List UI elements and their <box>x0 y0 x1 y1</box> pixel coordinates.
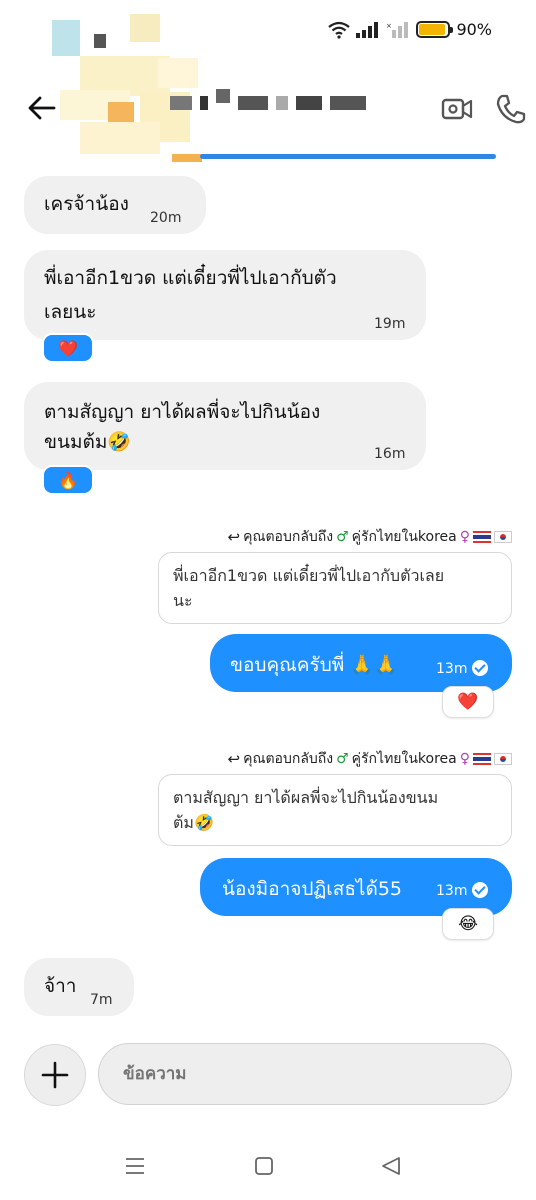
battery-icon <box>416 21 454 38</box>
home-nav-icon[interactable] <box>254 1156 274 1176</box>
message-time: 19m <box>374 316 406 332</box>
quoted-message[interactable]: ตามสัญญา ยาได้ผลพี่จะไปกินน้องขนม ต้ม🤣 <box>158 774 512 846</box>
back-nav-icon[interactable] <box>380 1156 402 1176</box>
message-text-line: พี่เอาอีก1ขวด แต่เดี๋ยวพี่ไปเอากับตัว <box>44 267 337 289</box>
reply-label: คุณตอบกลับถึง <box>243 529 334 545</box>
message-time: 20m <box>150 210 182 226</box>
check-icon <box>472 882 489 898</box>
quoted-message[interactable]: พี่เอาอีก1ขวด แต่เดี๋ยวพี่ไปเอากับตัวเลย… <box>158 552 512 624</box>
menu-nav-icon[interactable] <box>124 1156 146 1176</box>
thai-flag-icon <box>473 531 491 543</box>
phone-icon[interactable] <box>494 92 528 126</box>
message-time: 13m <box>436 660 489 677</box>
reaction-badge[interactable]: ❤️ <box>442 686 494 718</box>
reaction-badge[interactable]: 😂 <box>442 908 494 940</box>
quoted-text-line: พี่เอาอีก1ขวด แต่เดี๋ยวพี่ไปเอากับตัวเลย <box>173 566 445 585</box>
quoted-text-line: ต้ม🤣 <box>173 813 214 832</box>
plus-icon <box>41 1061 69 1089</box>
message-time: 7m <box>90 992 113 1008</box>
female-sign-icon: ♀ <box>459 529 470 545</box>
message-text-line: เลยนะ <box>44 301 97 323</box>
thai-flag-icon <box>473 753 491 765</box>
add-attachment-button[interactable] <box>24 1044 86 1106</box>
korea-flag-icon <box>494 531 512 543</box>
reaction-emoji: 😂 <box>458 914 478 934</box>
outgoing-message[interactable]: ขอบคุณครับพี่ 🙏🙏 13m <box>210 634 512 692</box>
reply-header: ↩ คุณตอบกลับถึง ♂ คู่รักไทยในkorea ♀ <box>228 748 512 770</box>
message-time: 13m <box>436 882 489 899</box>
reaction-emoji: ❤️ <box>457 692 479 712</box>
reply-label: คุณตอบกลับถึง <box>243 751 334 767</box>
message-text: เครจ้าน้อง <box>44 193 129 215</box>
reply-to-name: คู่รักไทยในkorea <box>351 529 457 545</box>
signal-icon <box>356 21 379 38</box>
message-text-line: ตามสัญญา ยาได้ผลพี่จะไปกินน้อง <box>44 401 321 423</box>
korea-flag-icon <box>494 753 512 765</box>
female-sign-icon: ♀ <box>459 751 470 767</box>
check-icon <box>472 660 489 676</box>
message-time-text: 13m <box>436 661 468 677</box>
reply-arrow-icon: ↩ <box>227 528 241 546</box>
reaction-badge[interactable]: 🔥 <box>42 465 94 495</box>
incoming-message[interactable]: จ้าา 7m <box>24 958 134 1016</box>
reply-to-name: คู่รักไทยในkorea <box>351 751 457 767</box>
back-arrow-icon[interactable] <box>26 92 58 124</box>
message-input[interactable] <box>98 1043 512 1105</box>
avatar[interactable] <box>50 6 210 164</box>
male-sign-icon: ♂ <box>336 751 349 767</box>
video-call-icon[interactable] <box>440 92 474 126</box>
message-time: 16m <box>374 446 406 462</box>
incoming-message[interactable]: เครจ้าน้อง 20m <box>24 176 206 234</box>
incoming-message[interactable]: ตามสัญญา ยาได้ผลพี่จะไปกินน้อง ขนมต้ม🤣 1… <box>24 382 426 470</box>
message-text: ขอบคุณครับพี่ 🙏🙏 <box>230 654 398 676</box>
message-text: จ้าา <box>44 975 77 997</box>
svg-text:×: × <box>386 22 392 30</box>
reaction-badge[interactable]: ❤️ <box>42 333 94 363</box>
message-text-line: ขนมต้ม🤣 <box>44 431 132 453</box>
reaction-emoji: ❤️ <box>58 338 78 358</box>
reply-arrow-icon: ↩ <box>227 750 241 768</box>
message-time-text: 13m <box>436 883 468 899</box>
signal-icon-secondary: × <box>386 21 409 38</box>
wifi-icon <box>328 21 351 39</box>
quoted-text-line: ตามสัญญา ยาได้ผลพี่จะไปกินน้องขนม <box>173 788 439 807</box>
message-text: น้องมิอาจปฏิเสธได้55 <box>222 878 402 900</box>
reaction-emoji: 🔥 <box>58 470 78 490</box>
reply-header: ↩ คุณตอบกลับถึง ♂ คู่รักไทยในkorea ♀ <box>228 526 512 548</box>
male-sign-icon: ♂ <box>336 529 349 545</box>
contact-name-redacted[interactable] <box>170 89 366 110</box>
battery-percent: 90% <box>456 20 492 39</box>
incoming-message[interactable]: พี่เอาอีก1ขวด แต่เดี๋ยวพี่ไปเอากับตัว เล… <box>24 250 426 340</box>
quoted-text-line: นะ <box>173 591 193 610</box>
story-indicator <box>200 154 496 159</box>
